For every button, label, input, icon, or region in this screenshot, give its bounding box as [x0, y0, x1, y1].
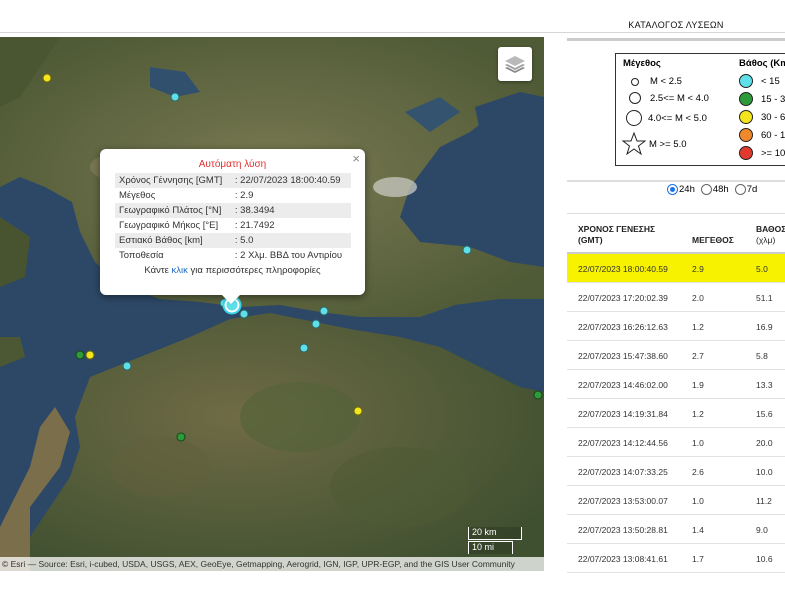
quake-marker[interactable] [319, 306, 329, 316]
legend: Μέγεθος Βάθος (Km M < 2.5 2.5<= M < 4.0 … [615, 53, 785, 166]
popup-details-table: Χρόνος Γέννησης [GMT]: 22/07/2023 18:00:… [115, 173, 351, 263]
solutions-panel: ΚΑΤΑΛΟΓΟΣ ΛΥΣΕΩΝ Μέγεθος Βάθος (Km M < 2… [567, 8, 785, 589]
quake-marker[interactable] [239, 309, 249, 319]
table-row[interactable]: 22/07/2023 14:07:33.25 2.6 10.0 [567, 457, 785, 486]
col-mag-header: ΜΕΓΕΘΟΣ [692, 235, 734, 245]
table-row[interactable]: 22/07/2023 14:12:44.56 1.0 20.0 [567, 428, 785, 457]
quake-marker[interactable] [122, 361, 132, 371]
quake-marker[interactable] [170, 92, 180, 102]
table-row[interactable]: 22/07/2023 14:46:02.00 1.9 13.3 [567, 370, 785, 399]
table-row-selected[interactable]: 22/07/2023 18:00:40.59 2.9 5.0 [567, 254, 785, 283]
legend-depth-row: 60 - 1 [739, 128, 785, 142]
table-row[interactable]: 22/07/2023 16:26:12.63 1.2 16.9 [567, 312, 785, 341]
quake-marker[interactable] [462, 245, 472, 255]
depth-color-swatch [739, 92, 753, 106]
legend-depth-row: 15 - 3 [739, 92, 785, 106]
col-depth-header: ΒΑΘΟΣ [756, 224, 785, 234]
popup-value: : 2.9 [234, 190, 254, 201]
star-icon [622, 132, 646, 156]
depth-color-swatch [739, 74, 753, 88]
col-time-header-unit: (GMT) [578, 235, 603, 245]
popup-title: Αυτόματη λύση [198, 159, 267, 170]
legend-mag-row: 4.0<= M < 5.0 [626, 110, 707, 126]
col-time-header: ΧΡΟΝΟΣ ΓΕΝΕΣΗΣ [578, 224, 656, 234]
popup-label: Εστιακό Βάθος [km] [115, 233, 231, 248]
map-view[interactable]: × Αυτόματη λύση Χρόνος Γέννησης [GMT]: 2… [0, 37, 544, 571]
popup-value: : 38.3494 [230, 203, 351, 218]
depth-color-swatch [739, 128, 753, 142]
legend-magnitude-header: Μέγεθος [623, 58, 661, 69]
quake-marker[interactable] [311, 319, 321, 329]
layers-button[interactable] [498, 47, 532, 81]
quake-marker[interactable] [75, 350, 85, 360]
period-selector: 24h 48h 7d [667, 184, 757, 195]
col-depth-header-unit: (χλμ) [756, 235, 776, 245]
more-info-link[interactable]: κλικ [172, 265, 188, 276]
depth-color-swatch [739, 110, 753, 124]
popup-more-info: Κάντε κλικ για περισσότερες πληροφορίες [144, 265, 321, 276]
legend-mag-row: M >= 5.0 [622, 132, 687, 156]
satellite-basemap [0, 37, 544, 571]
popup-value: : 2 Χλμ. ΒΒΔ του Αντιρίου [234, 250, 343, 261]
table-row[interactable]: 22/07/2023 15:47:38.60 2.7 5.8 [567, 341, 785, 370]
table-row[interactable]: 22/07/2023 14:19:31.84 1.2 15.6 [567, 399, 785, 428]
popup-value: : 5.0 [230, 233, 351, 248]
popup-value: : 22/07/2023 18:00:40.59 [230, 173, 351, 188]
popup-label: Γεωγραφικό Μήκος [°E] [119, 220, 219, 231]
quake-marker[interactable] [176, 432, 186, 442]
legend-mag-row: M < 2.5 [628, 76, 682, 87]
large-circle-icon [626, 110, 642, 126]
depth-color-swatch [739, 146, 753, 160]
quake-info-popup: × Αυτόματη λύση Χρόνος Γέννησης [GMT]: 2… [100, 149, 365, 304]
period-radio-7d[interactable] [734, 184, 746, 195]
layers-icon [505, 56, 525, 73]
popup-label: Τοποθεσία [119, 250, 164, 261]
quake-marker[interactable] [85, 350, 95, 360]
popup-label: Γεωγραφικό Πλάτος [°N] [115, 203, 231, 218]
table-header: ΧΡΟΝΟΣ ΓΕΝΕΣΗΣ (GMT) ΜΕΓΕΘΟΣ ΒΑΘΟΣ (χλμ) [567, 213, 785, 254]
popup-label: Χρόνος Γέννησης [GMT] [115, 173, 231, 188]
quake-marker[interactable] [42, 73, 52, 83]
map-attribution: © Esri — Source: Esri, i-cubed, USDA, US… [0, 557, 544, 571]
quake-marker[interactable] [353, 406, 363, 416]
solutions-table: ΧΡΟΝΟΣ ΓΕΝΕΣΗΣ (GMT) ΜΕΓΕΘΟΣ ΒΑΘΟΣ (χλμ)… [567, 213, 785, 573]
table-row[interactable]: 22/07/2023 13:50:28.81 1.4 9.0 [567, 515, 785, 544]
legend-depth-row: 30 - 6 [739, 110, 785, 124]
popup-close-button[interactable]: × [352, 151, 360, 166]
scale-km: 20 km [468, 527, 522, 540]
quake-marker[interactable] [533, 390, 543, 400]
table-row[interactable]: 22/07/2023 13:08:41.61 1.7 10.6 [567, 544, 785, 573]
legend-depth-row: < 15 [739, 74, 780, 88]
quake-marker[interactable] [299, 343, 309, 353]
period-radio-24h[interactable] [667, 184, 678, 195]
table-row[interactable]: 22/07/2023 17:20:02.39 2.0 51.1 [567, 283, 785, 312]
scale-bar: 20 km 10 mi [468, 527, 522, 557]
popup-value: : 21.7492 [234, 220, 275, 231]
legend-depth-header: Βάθος (Km [739, 58, 785, 69]
medium-circle-icon [629, 92, 641, 104]
popup-label: Μέγεθος [119, 190, 156, 201]
panel-title: ΚΑΤΑΛΟΓΟΣ ΛΥΣΕΩΝ [567, 8, 785, 41]
divider [567, 180, 785, 182]
small-circle-icon [631, 77, 639, 86]
table-row[interactable]: 22/07/2023 13:53:00.07 1.0 11.2 [567, 486, 785, 515]
legend-depth-row: >= 10 [739, 146, 785, 160]
scale-mi: 10 mi [468, 541, 513, 554]
legend-mag-row: 2.5<= M < 4.0 [628, 92, 709, 104]
period-radio-48h[interactable] [700, 184, 712, 195]
